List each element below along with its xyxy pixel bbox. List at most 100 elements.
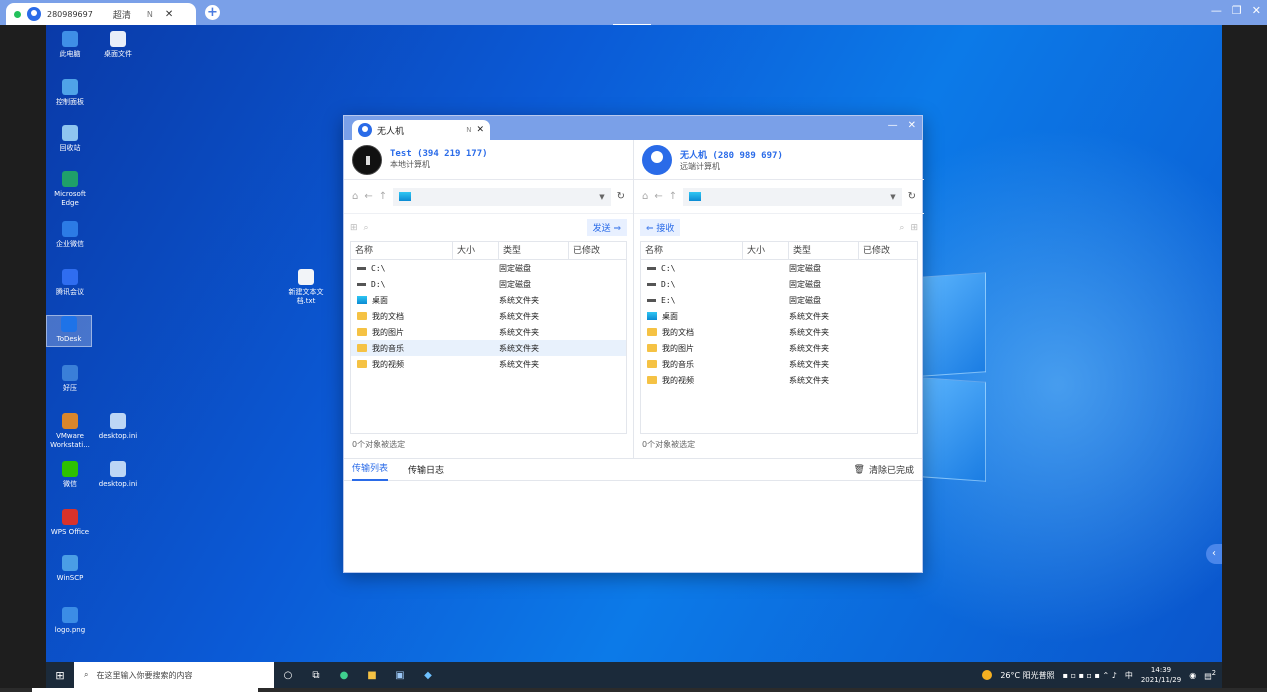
file-row[interactable]: 我的图片 系统文件夹 bbox=[641, 340, 917, 356]
weather-text[interactable]: 26°C 阳光普照 bbox=[1000, 670, 1054, 681]
new-session-button[interactable]: + bbox=[205, 5, 220, 20]
clear-completed-button[interactable]: 🗑 清除已完成 bbox=[854, 463, 914, 477]
column-type[interactable]: 类型 bbox=[789, 241, 859, 260]
receive-button[interactable]: ⇐ 接收 bbox=[640, 219, 681, 236]
column-type[interactable]: 类型 bbox=[499, 241, 569, 260]
file-explorer-taskbar-icon[interactable]: ■ bbox=[358, 670, 386, 681]
desktop-icon-wechat[interactable]: 微信 bbox=[46, 461, 94, 489]
column-name[interactable]: 名称 bbox=[351, 241, 453, 260]
edge-taskbar-icon[interactable]: ● bbox=[330, 670, 358, 681]
file-transfer-tab[interactable]: 无人机 N ✕ bbox=[352, 120, 490, 140]
desktop-icon-desktop-ini-1[interactable]: desktop.ini bbox=[94, 413, 142, 441]
minimize-icon[interactable]: — bbox=[888, 120, 898, 131]
app-icon bbox=[61, 316, 77, 332]
up-icon[interactable]: ↑ bbox=[379, 191, 387, 202]
file-row[interactable]: 我的音乐 系统文件夹 bbox=[351, 340, 626, 356]
desktop-icon-label: 企业微信 bbox=[56, 240, 84, 248]
file-row[interactable]: 我的视频 系统文件夹 bbox=[641, 372, 917, 388]
file-row[interactable]: D:\ 固定磁盘 bbox=[641, 276, 917, 292]
file-row[interactable]: 桌面 系统文件夹 bbox=[351, 292, 626, 308]
remote-session-tab[interactable]: 280989697 超清 N ✕ bbox=[6, 3, 196, 25]
up-icon[interactable]: ↑ bbox=[669, 191, 677, 202]
task-view-icon[interactable]: ⧉ bbox=[302, 670, 330, 681]
cortana-icon[interactable]: ○ bbox=[274, 670, 302, 681]
desktop-icon-haozip[interactable]: 好压 bbox=[46, 365, 94, 393]
desktop-icon-todesk[interactable]: ToDesk bbox=[46, 315, 92, 347]
close-tab-icon[interactable]: ✕ bbox=[165, 9, 173, 20]
file-row[interactable]: 桌面 系统文件夹 bbox=[641, 308, 917, 324]
search-icon[interactable]: ⌕ bbox=[899, 223, 904, 233]
file-row[interactable]: 我的视频 系统文件夹 bbox=[351, 356, 626, 372]
search-icon[interactable]: ⌕ bbox=[364, 223, 369, 233]
file-type: 系统文件夹 bbox=[499, 295, 539, 305]
back-icon[interactable]: ← bbox=[654, 191, 662, 202]
file-row[interactable]: C:\ 固定磁盘 bbox=[351, 260, 626, 276]
local-computer-name: Test (394 219 177) bbox=[390, 149, 488, 159]
start-button[interactable]: ⊞ bbox=[46, 669, 74, 682]
quality-selector[interactable]: 超清 bbox=[113, 8, 131, 21]
home-icon[interactable]: ⌂ bbox=[352, 191, 358, 202]
chevron-down-icon[interactable]: ▼ bbox=[890, 193, 895, 201]
desktop-icon-control-panel[interactable]: 控制面板 bbox=[46, 79, 94, 107]
file-row[interactable]: 我的图片 系统文件夹 bbox=[351, 324, 626, 340]
close-tab-icon[interactable]: ✕ bbox=[476, 125, 484, 135]
desktop-icon-wecom[interactable]: 企业微信 bbox=[46, 221, 94, 249]
close-icon[interactable]: ✕ bbox=[908, 120, 916, 131]
app-taskbar-icon[interactable]: ◆ bbox=[414, 670, 442, 681]
chat-icon[interactable]: ◉ bbox=[1189, 671, 1196, 680]
back-icon[interactable]: ← bbox=[364, 191, 372, 202]
clock[interactable]: 14:39 2021/11/29 bbox=[1141, 665, 1181, 685]
notification-icon[interactable]: ▤2 bbox=[1204, 669, 1216, 681]
desktop-icon-new-text-doc[interactable]: 新建文本文档.txt bbox=[282, 269, 330, 306]
desktop-icon-edge[interactable]: Microsoft Edge bbox=[46, 171, 94, 208]
file-row[interactable]: 我的文档 系统文件夹 bbox=[641, 324, 917, 340]
desktop-icon-tencent-meeting[interactable]: 腾讯会议 bbox=[46, 269, 94, 297]
folder-icon bbox=[357, 360, 367, 368]
file-row[interactable]: 我的文档 系统文件夹 bbox=[351, 308, 626, 324]
chevron-down-icon[interactable]: ▼ bbox=[599, 193, 604, 201]
refresh-icon[interactable]: ↻ bbox=[908, 191, 916, 202]
desktop-icon-desktop-files[interactable]: 桌面文件 bbox=[94, 31, 142, 59]
file-type: 系统文件夹 bbox=[789, 311, 829, 321]
store-taskbar-icon[interactable]: ▣ bbox=[386, 670, 414, 681]
desktop-icon-label: 此电脑 bbox=[59, 50, 81, 58]
desktop-icon-recycle-bin[interactable]: 回收站 bbox=[46, 125, 94, 153]
remote-path-input[interactable]: ▼ bbox=[683, 187, 902, 206]
column-size[interactable]: 大小 bbox=[743, 241, 789, 260]
desktop-icon-winscp[interactable]: WinSCP bbox=[46, 555, 94, 583]
file-row[interactable]: C:\ 固定磁盘 bbox=[641, 260, 917, 276]
desktop-icon-desktop-ini-2[interactable]: desktop.ini bbox=[94, 461, 142, 489]
tab-transfer-log[interactable]: 传输日志 bbox=[408, 463, 444, 476]
app-icon bbox=[62, 555, 78, 571]
send-button[interactable]: 发送 ⇒ bbox=[586, 219, 627, 236]
column-name[interactable]: 名称 bbox=[641, 241, 743, 260]
column-modified[interactable]: 已修改 bbox=[569, 242, 626, 260]
desktop-icon-this-pc[interactable]: 此电脑 bbox=[46, 31, 94, 59]
desktop-icon-label: 回收站 bbox=[59, 144, 81, 152]
tray-icons[interactable]: ▪ ▫ ▪ ▫ ▪ ⌃ ♪ bbox=[1063, 671, 1117, 680]
new-folder-icon[interactable]: ⊞ bbox=[350, 223, 358, 233]
ime-indicator[interactable]: 中 bbox=[1125, 670, 1133, 681]
app-icon bbox=[62, 125, 78, 141]
column-size[interactable]: 大小 bbox=[453, 241, 499, 260]
home-icon[interactable]: ⌂ bbox=[642, 191, 648, 202]
file-row[interactable]: D:\ 固定磁盘 bbox=[351, 276, 626, 292]
desktop-icon-vmware[interactable]: VMware Workstati... bbox=[46, 413, 94, 450]
desktop-icon-label: Microsoft Edge bbox=[54, 190, 86, 207]
restore-icon[interactable]: ❐ bbox=[1232, 4, 1242, 17]
remote-id: 280989697 bbox=[47, 9, 93, 19]
close-icon[interactable]: ✕ bbox=[1252, 4, 1261, 17]
file-row[interactable]: 我的音乐 系统文件夹 bbox=[641, 356, 917, 372]
desktop-icon-logo-png[interactable]: logo.png bbox=[46, 607, 94, 635]
side-panel-toggle[interactable]: ‹ bbox=[1206, 544, 1222, 564]
desktop-icon-wps[interactable]: WPS Office bbox=[46, 509, 94, 537]
remote-computer-label: 远端计算机 bbox=[680, 161, 720, 171]
file-row[interactable]: E:\ 固定磁盘 bbox=[641, 292, 917, 308]
new-folder-icon[interactable]: ⊞ bbox=[910, 223, 918, 233]
taskbar-search-box[interactable]: ⌕ 在这里输入你要搜索的内容 bbox=[74, 662, 274, 688]
refresh-icon[interactable]: ↻ bbox=[617, 191, 625, 202]
column-modified[interactable]: 已修改 bbox=[859, 242, 917, 260]
local-path-input[interactable]: ▼ bbox=[393, 187, 611, 206]
minimize-icon[interactable]: — bbox=[1211, 4, 1222, 17]
tab-transfer-list[interactable]: 传输列表 bbox=[352, 459, 389, 481]
